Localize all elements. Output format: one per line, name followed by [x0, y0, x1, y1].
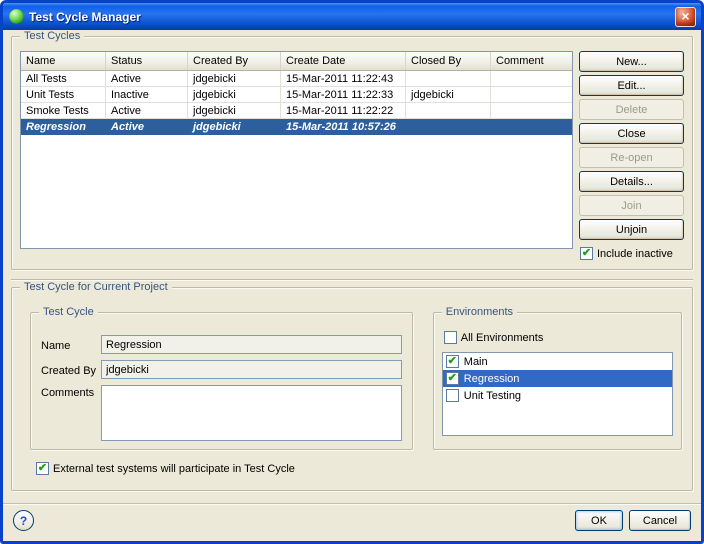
test-cycle-subgroup-title: Test Cycle: [39, 306, 98, 318]
environment-label: Unit Testing: [464, 390, 521, 402]
table-empty-area: [21, 135, 572, 248]
cell-created-by: jdgebicki: [188, 119, 281, 134]
created-by-label: Created By: [41, 363, 101, 377]
dialog-content: Test Cycles Name Status Created By Creat…: [3, 30, 701, 503]
dialog-footer: ? OK Cancel: [3, 503, 701, 541]
environment-item[interactable]: ✔ Unit Testing: [443, 387, 672, 404]
current-project-group-title: Test Cycle for Current Project: [20, 281, 172, 293]
table-row[interactable]: Smoke Tests Active jdgebicki 15-Mar-2011…: [21, 103, 572, 119]
include-inactive-label: Include inactive: [597, 248, 673, 260]
cell-comment: [491, 87, 572, 102]
cell-name: Unit Tests: [21, 87, 106, 102]
environment-label: Regression: [464, 373, 520, 385]
cell-status: Active: [106, 119, 188, 134]
cell-comment: [491, 103, 572, 118]
help-button[interactable]: ?: [13, 510, 34, 531]
checkbox-icon[interactable]: ✔: [446, 355, 459, 368]
column-header-closed-by[interactable]: Closed By: [406, 52, 491, 70]
include-inactive-checkbox[interactable]: ✔ Include inactive: [579, 247, 684, 260]
close-icon: ×: [681, 9, 689, 23]
table-row[interactable]: All Tests Active jdgebicki 15-Mar-2011 1…: [21, 71, 572, 87]
app-icon: [9, 9, 24, 24]
test-cycle-manager-dialog: Test Cycle Manager × Test Cycles Name St…: [0, 0, 704, 544]
column-header-created-by[interactable]: Created By: [188, 52, 281, 70]
cell-comment: [491, 119, 572, 134]
checkbox-icon[interactable]: ✔: [36, 462, 49, 475]
close-cycle-button[interactable]: Close: [579, 123, 684, 144]
cell-created-by: jdgebicki: [188, 87, 281, 102]
external-test-systems-label: External test systems will participate i…: [53, 463, 295, 475]
ok-button[interactable]: OK: [575, 510, 623, 531]
help-icon: ?: [20, 514, 27, 528]
reopen-button[interactable]: Re-open: [579, 147, 684, 168]
cell-status: Active: [106, 103, 188, 118]
cell-closed-by: jdgebicki: [406, 87, 491, 102]
close-button[interactable]: ×: [675, 7, 696, 27]
cell-create-date: 15-Mar-2011 11:22:43: [281, 71, 406, 86]
cancel-button[interactable]: Cancel: [629, 510, 691, 531]
checkbox-icon[interactable]: ✔: [444, 331, 457, 344]
edit-button[interactable]: Edit...: [579, 75, 684, 96]
test-cycles-group: Test Cycles Name Status Created By Creat…: [11, 36, 693, 270]
column-header-name[interactable]: Name: [21, 52, 106, 70]
cell-create-date: 15-Mar-2011 11:22:33: [281, 87, 406, 102]
cell-closed-by: [406, 103, 491, 118]
all-environments-label: All Environments: [461, 332, 544, 344]
external-test-systems-checkbox[interactable]: ✔ External test systems will participate…: [36, 462, 682, 475]
cell-name: All Tests: [21, 71, 106, 86]
comments-label: Comments: [41, 385, 101, 399]
all-environments-checkbox[interactable]: ✔ All Environments: [444, 331, 673, 344]
environment-item[interactable]: ✔ Regression: [443, 370, 672, 387]
table-row[interactable]: Unit Tests Inactive jdgebicki 15-Mar-201…: [21, 87, 572, 103]
cell-created-by: jdgebicki: [188, 103, 281, 118]
environment-item[interactable]: ✔ Main: [443, 353, 672, 370]
cell-create-date: 15-Mar-2011 11:22:22: [281, 103, 406, 118]
cell-name: Regression: [21, 119, 106, 134]
created-by-field[interactable]: [101, 360, 402, 379]
checkbox-icon[interactable]: ✔: [580, 247, 593, 260]
environments-subgroup-title: Environments: [442, 306, 517, 318]
table-actions: New... Edit... Delete Close Re-open Deta…: [579, 51, 684, 261]
table-row[interactable]: Regression Active jdgebicki 15-Mar-2011 …: [21, 119, 572, 135]
details-button[interactable]: Details...: [579, 171, 684, 192]
environments-list[interactable]: ✔ Main ✔ Regression ✔ Unit Testing: [442, 352, 673, 436]
test-cycle-subgroup: Test Cycle Name Created By Comments: [30, 312, 413, 450]
environment-label: Main: [464, 356, 488, 368]
current-project-group: Test Cycle for Current Project Test Cycl…: [11, 287, 693, 491]
comments-field[interactable]: [101, 385, 402, 441]
unjoin-button[interactable]: Unjoin: [579, 219, 684, 240]
cell-name: Smoke Tests: [21, 103, 106, 118]
column-header-create-date[interactable]: Create Date: [281, 52, 406, 70]
join-button[interactable]: Join: [579, 195, 684, 216]
name-label: Name: [41, 338, 101, 352]
delete-button[interactable]: Delete: [579, 99, 684, 120]
column-header-status[interactable]: Status: [106, 52, 188, 70]
window-title: Test Cycle Manager: [29, 10, 141, 24]
test-cycles-group-title: Test Cycles: [20, 30, 84, 42]
table-header[interactable]: Name Status Created By Create Date Close…: [21, 52, 572, 71]
cell-status: Inactive: [106, 87, 188, 102]
cell-create-date: 15-Mar-2011 10:57:26: [281, 119, 406, 134]
test-cycles-table[interactable]: Name Status Created By Create Date Close…: [20, 51, 573, 249]
checkbox-icon[interactable]: ✔: [446, 389, 459, 402]
name-field[interactable]: [101, 335, 402, 354]
cell-created-by: jdgebicki: [188, 71, 281, 86]
cell-comment: [491, 71, 572, 86]
checkbox-icon[interactable]: ✔: [446, 372, 459, 385]
cell-closed-by: [406, 119, 491, 134]
column-header-comment[interactable]: Comment: [491, 52, 572, 70]
cell-status: Active: [106, 71, 188, 86]
environments-subgroup: Environments ✔ All Environments ✔ Main ✔…: [433, 312, 682, 450]
title-bar[interactable]: Test Cycle Manager ×: [3, 3, 701, 30]
cell-closed-by: [406, 71, 491, 86]
new-button[interactable]: New...: [579, 51, 684, 72]
